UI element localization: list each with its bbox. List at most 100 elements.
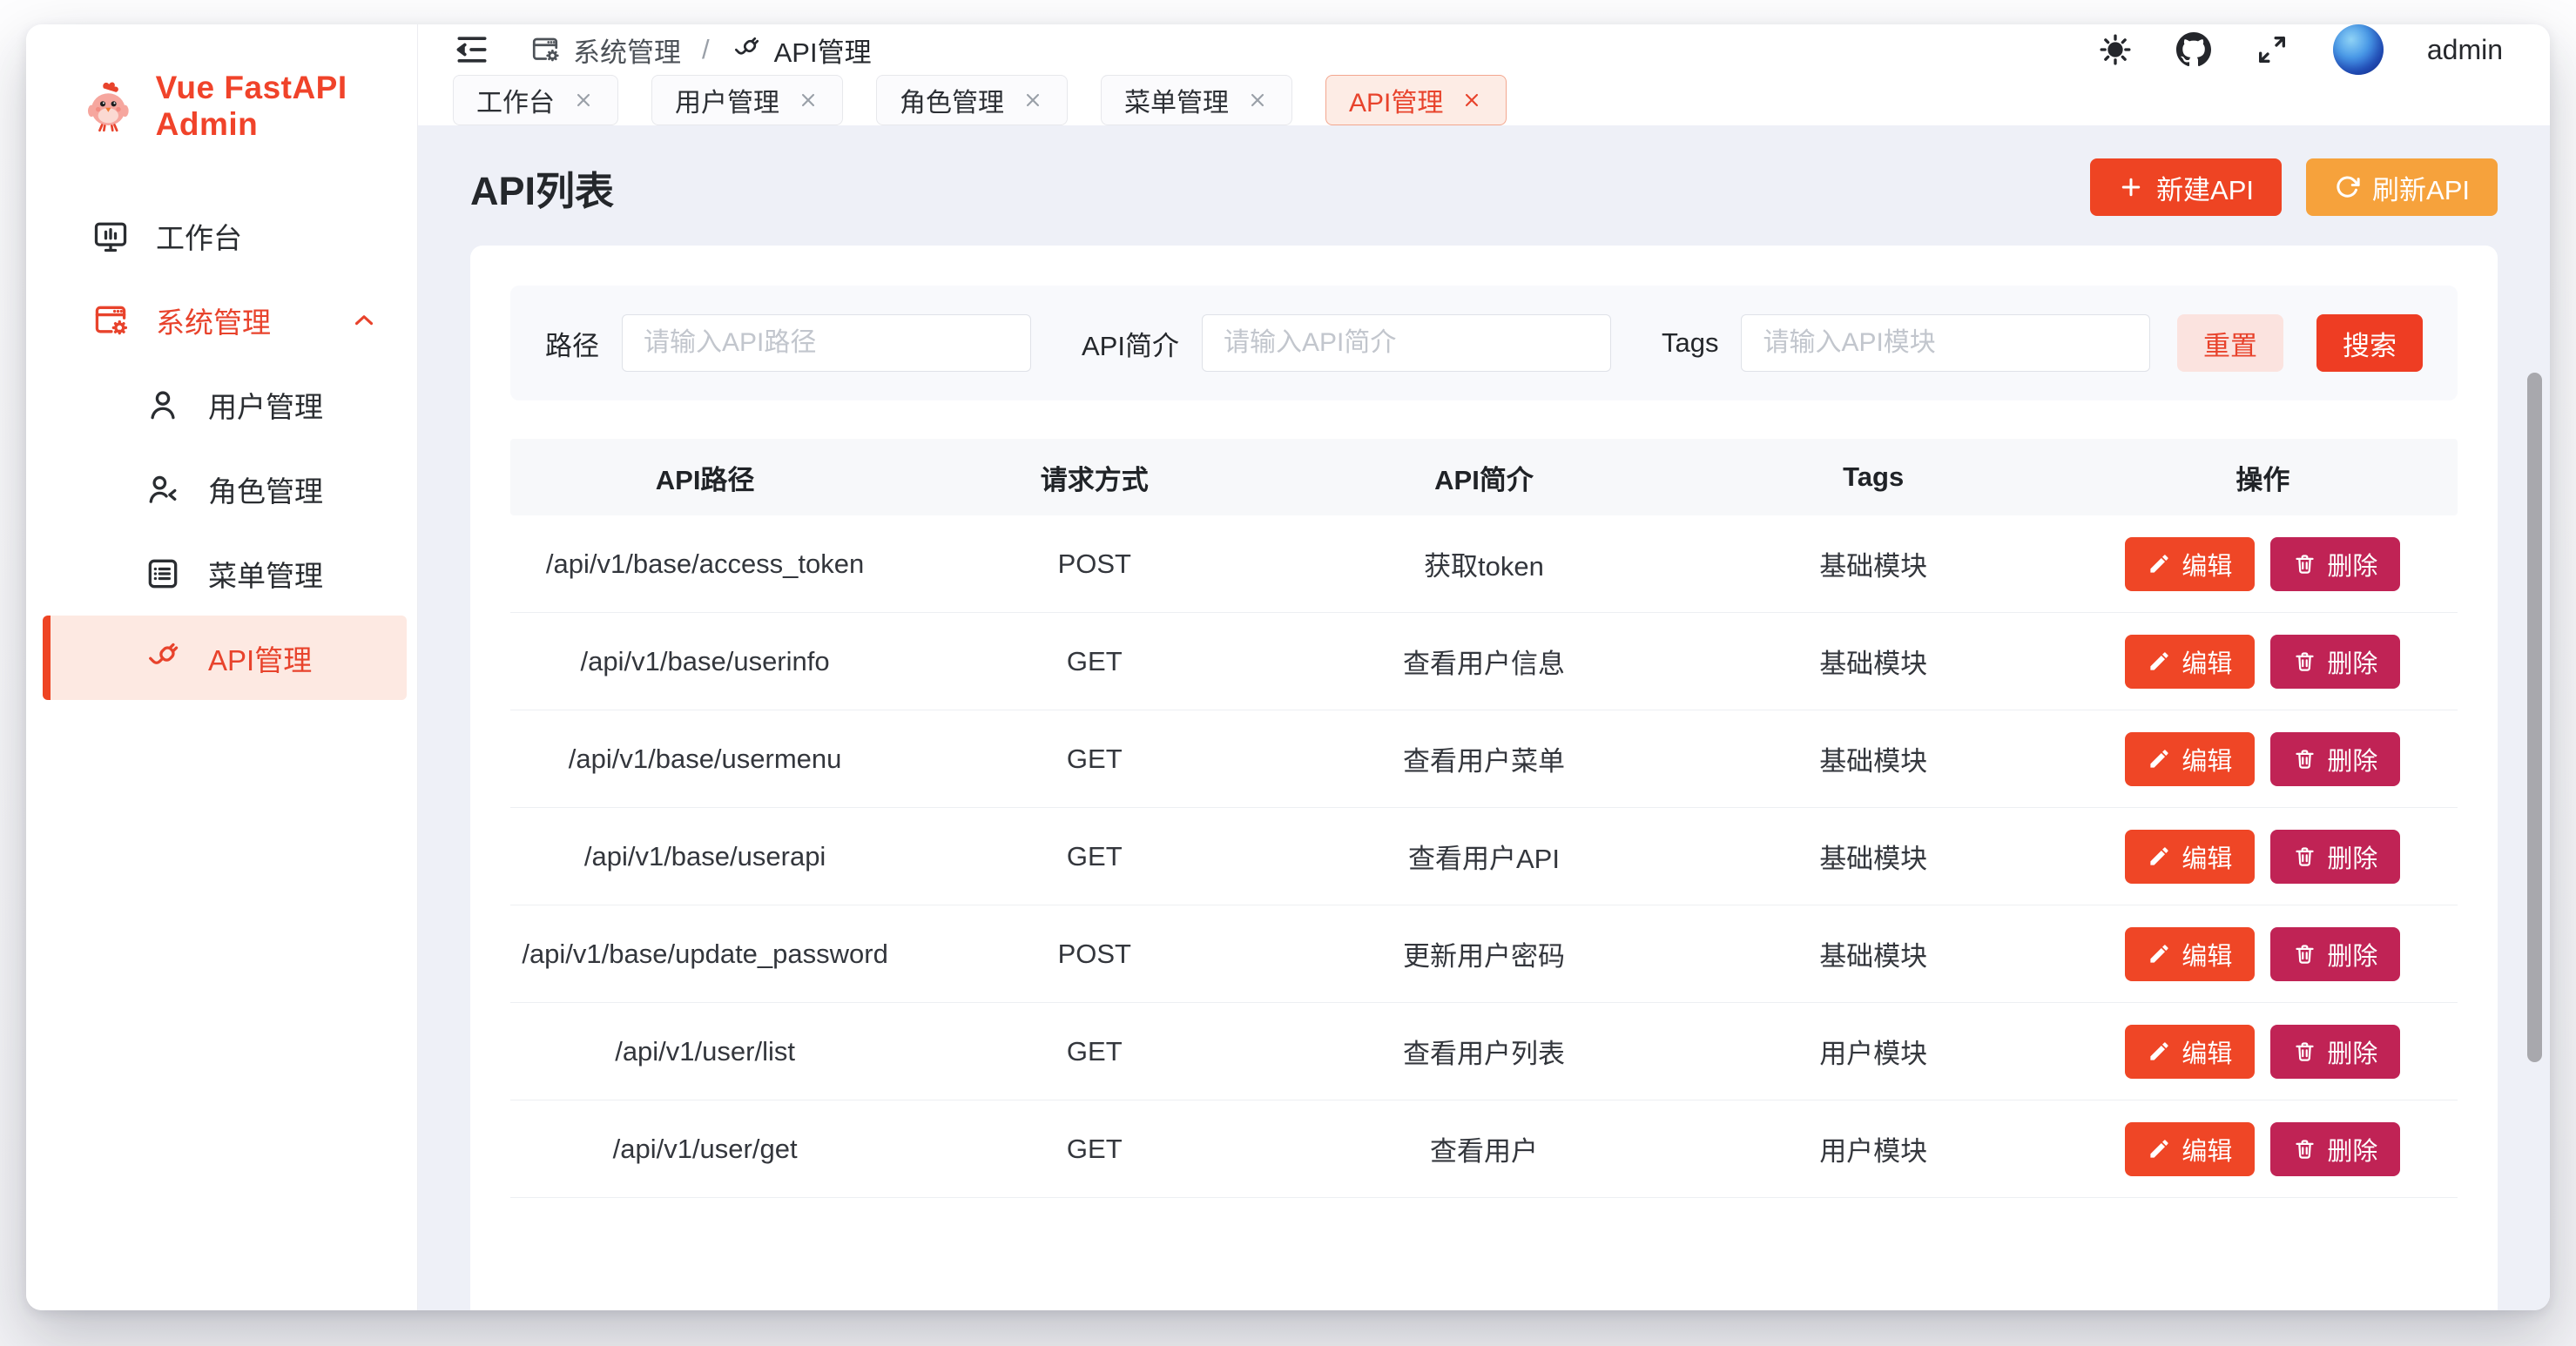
table-row: /api/v1/base/userinfo GET 查看用户信息 基础模块 编辑…: [510, 613, 2458, 710]
sidebar-item-users[interactable]: 用户管理: [26, 362, 407, 447]
edit-label: 编辑: [2182, 741, 2232, 777]
search-button[interactable]: 搜索: [2316, 314, 2423, 372]
summary-cell: 查看用户: [1289, 1129, 1678, 1168]
table-row: /api/v1/base/userapi GET 查看用户API 基础模块 编辑…: [510, 808, 2458, 905]
breadcrumb-system[interactable]: 系统管理: [529, 30, 681, 70]
sidebar-item-label: API管理: [208, 637, 312, 679]
filter-panel: 路径 API简介 Tags 重置 搜索: [510, 286, 2458, 400]
delete-button[interactable]: 删除: [2270, 537, 2400, 591]
delete-button[interactable]: 删除: [2270, 732, 2400, 786]
delete-label: 删除: [2327, 838, 2377, 875]
refresh-api-button[interactable]: 刷新API: [2306, 158, 2498, 216]
fullscreen-icon[interactable]: [2255, 32, 2289, 67]
column-header: 请求方式: [900, 458, 1289, 497]
trash-icon: [2293, 1137, 2316, 1161]
sidebar-item-menus[interactable]: 菜单管理: [26, 531, 407, 616]
edit-label: 编辑: [2182, 643, 2232, 680]
brand-title: Vue FastAPI Admin: [156, 70, 400, 143]
tab-label: 工作台: [476, 81, 555, 119]
summary-cell: 更新用户密码: [1289, 934, 1678, 973]
summary-cell: 查看用户菜单: [1289, 739, 1678, 778]
summary-cell: 获取token: [1289, 544, 1678, 583]
row-actions: 编辑 删除: [2068, 1025, 2458, 1079]
method-cell: GET: [900, 1036, 1289, 1067]
breadcrumb-separator: /: [697, 34, 715, 65]
edit-label: 编辑: [2182, 1131, 2232, 1168]
tab-menus[interactable]: 菜单管理: [1101, 75, 1292, 125]
table-row: /api/v1/base/update_password POST 更新用户密码…: [510, 905, 2458, 1003]
chevron-up-icon: [349, 306, 379, 335]
close-icon[interactable]: [572, 89, 595, 111]
delete-button[interactable]: 删除: [2270, 927, 2400, 981]
logo[interactable]: Vue FastAPI Admin: [26, 24, 417, 143]
plus-icon: [2118, 174, 2144, 200]
row-actions: 编辑 删除: [2068, 1122, 2458, 1176]
avatar[interactable]: [2333, 24, 2384, 75]
sidebar-item-label: 工作台: [156, 215, 242, 257]
close-icon[interactable]: [1022, 89, 1044, 111]
summary-input[interactable]: [1202, 314, 1611, 372]
tab-label: 菜单管理: [1124, 81, 1229, 119]
chick-logo-icon: [80, 71, 137, 141]
api-path-cell: /api/v1/base/update_password: [510, 939, 900, 970]
tab-label: API管理: [1349, 81, 1443, 119]
sidebar-item-roles[interactable]: 角色管理: [26, 447, 407, 531]
delete-button[interactable]: 删除: [2270, 1025, 2400, 1079]
collapse-sidebar-icon[interactable]: [453, 30, 491, 69]
refresh-api-label: 刷新API: [2372, 168, 2470, 207]
sidebar-item-workbench[interactable]: 工作台: [26, 193, 407, 278]
breadcrumb-label: API管理: [774, 30, 872, 70]
edit-button[interactable]: 编辑: [2125, 1122, 2255, 1176]
column-header: API路径: [510, 458, 900, 497]
api-card: 路径 API简介 Tags 重置 搜索: [470, 246, 2498, 1310]
delete-button[interactable]: 删除: [2270, 635, 2400, 689]
tab-workbench[interactable]: 工作台: [453, 75, 618, 125]
reset-button[interactable]: 重置: [2177, 314, 2283, 372]
close-icon[interactable]: [1460, 89, 1483, 111]
delete-button[interactable]: 删除: [2270, 1122, 2400, 1176]
create-api-button[interactable]: 新建API: [2090, 158, 2282, 216]
tags-cell: 基础模块: [1679, 642, 2068, 681]
edit-button[interactable]: 编辑: [2125, 732, 2255, 786]
pencil-icon: [2148, 845, 2171, 868]
row-actions: 编辑 删除: [2068, 635, 2458, 689]
topbar: 系统管理 / API管理: [418, 24, 2550, 75]
edit-button[interactable]: 编辑: [2125, 927, 2255, 981]
edit-button[interactable]: 编辑: [2125, 830, 2255, 884]
tags-cell: 用户模块: [1679, 1129, 2068, 1168]
tags-input[interactable]: [1741, 314, 2150, 372]
edit-button[interactable]: 编辑: [2125, 1025, 2255, 1079]
summary-cell: 查看用户列表: [1289, 1032, 1678, 1071]
sidebar-item-system[interactable]: 系统管理: [26, 278, 407, 362]
path-input[interactable]: [622, 314, 1031, 372]
pencil-icon: [2148, 649, 2171, 673]
tab-roles[interactable]: 角色管理: [876, 75, 1068, 125]
tab-users[interactable]: 用户管理: [651, 75, 843, 125]
api-plug-icon: [731, 34, 762, 65]
close-icon[interactable]: [1246, 89, 1269, 111]
api-path-cell: /api/v1/user/get: [510, 1134, 900, 1165]
tags-cell: 用户模块: [1679, 1032, 2068, 1071]
breadcrumb-api[interactable]: API管理: [731, 30, 872, 70]
method-cell: POST: [900, 548, 1289, 580]
scrollbar-thumb[interactable]: [2527, 373, 2542, 1062]
api-plug-icon: [144, 639, 182, 677]
theme-sun-icon[interactable]: [2098, 32, 2133, 67]
table-body: /api/v1/base/access_token POST 获取token 基…: [510, 515, 2458, 1198]
close-icon[interactable]: [797, 89, 819, 111]
method-cell: GET: [900, 646, 1289, 677]
delete-button[interactable]: 删除: [2270, 830, 2400, 884]
trash-icon: [2293, 942, 2316, 966]
pencil-icon: [2148, 942, 2171, 966]
sidebar-item-api[interactable]: API管理: [43, 616, 407, 700]
method-cell: GET: [900, 1134, 1289, 1165]
trash-icon: [2293, 747, 2316, 771]
app-window: Vue FastAPI Admin 工作台 系统管理: [26, 24, 2550, 1310]
head-actions: 新建API 刷新API: [2090, 158, 2498, 216]
github-icon[interactable]: [2176, 32, 2211, 67]
user-icon: [144, 386, 182, 424]
tab-api[interactable]: API管理: [1325, 75, 1507, 125]
edit-button[interactable]: 编辑: [2125, 635, 2255, 689]
edit-button[interactable]: 编辑: [2125, 537, 2255, 591]
row-actions: 编辑 删除: [2068, 732, 2458, 786]
